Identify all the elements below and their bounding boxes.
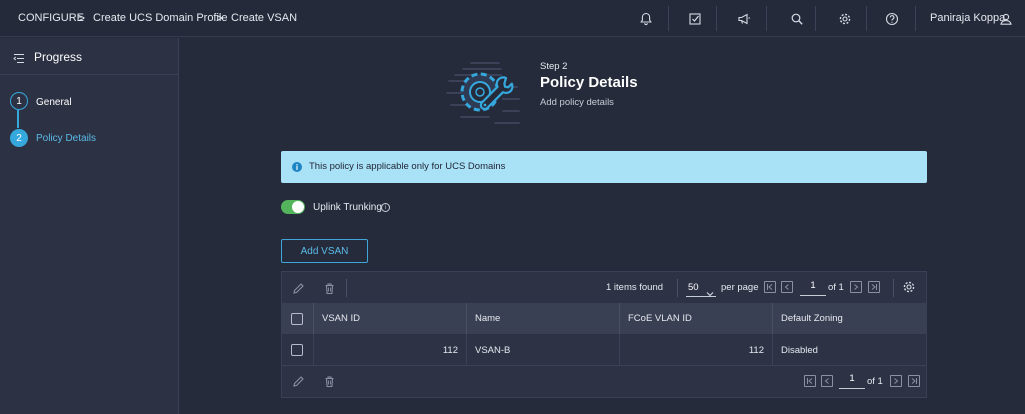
table-row[interactable]: 112 VSAN-B 112 Disabled <box>282 334 926 366</box>
breadcrumb-separator: > <box>78 11 86 25</box>
trash-icon[interactable] <box>321 280 337 296</box>
progress-panel: Progress 1 General 2 Policy Details <box>0 38 179 414</box>
breadcrumb-configure[interactable]: CONFIGURE <box>18 12 84 24</box>
toolbar-divider <box>893 279 894 297</box>
next-page-icon[interactable] <box>890 375 902 387</box>
row-checkbox[interactable] <box>291 344 303 356</box>
table-header: VSAN ID Name FCoE VLAN ID Default Zoning <box>282 303 926 334</box>
breadcrumb-create-ucs-domain-profile[interactable]: Create UCS Domain Profile <box>93 12 228 24</box>
page-total: of 1 <box>828 282 844 293</box>
page-subtitle: Add policy details <box>540 97 614 108</box>
uplink-trunking-label: Uplink Trunking <box>313 202 382 213</box>
cell-default-zoning: Disabled <box>772 334 926 366</box>
vsan-table: 1 items found 50 per page 1 of 1 VSAN ID… <box>281 271 927 398</box>
last-page-icon[interactable] <box>908 375 920 387</box>
uplink-trunking-toggle[interactable] <box>281 200 305 214</box>
info-banner-text: This policy is applicable only for UCS D… <box>309 161 506 172</box>
gear-icon[interactable] <box>835 9 855 29</box>
edit-pencil-icon[interactable] <box>290 373 306 389</box>
bell-icon[interactable] <box>636 9 656 29</box>
column-header-fcoe-vlan-id[interactable]: FCoE VLAN ID <box>619 303 772 334</box>
chevron-down-icon <box>706 284 714 302</box>
column-header-vsan-id[interactable]: VSAN ID <box>313 303 466 334</box>
page-title: Policy Details <box>540 74 638 91</box>
step-2-label[interactable]: Policy Details <box>36 133 96 144</box>
select-all-cell <box>282 303 313 334</box>
topbar-divider <box>766 6 767 31</box>
page-number-input[interactable]: 1 <box>839 373 865 389</box>
help-icon[interactable] <box>882 9 902 29</box>
table-toolbar: 1 items found 50 per page 1 of 1 <box>282 272 926 303</box>
topbar-divider <box>716 6 717 31</box>
page-total: of 1 <box>867 376 883 387</box>
step-1-label[interactable]: General <box>36 97 72 108</box>
trash-icon[interactable] <box>321 373 337 389</box>
page-number-input[interactable]: 1 <box>800 280 826 296</box>
user-icon[interactable] <box>996 9 1016 29</box>
topbar-divider <box>866 6 867 31</box>
per-page-label: per page <box>721 282 759 293</box>
breadcrumb-create-vsan: Create VSAN <box>231 12 298 24</box>
select-all-checkbox[interactable] <box>291 313 303 325</box>
search-icon[interactable] <box>787 9 807 29</box>
edit-pencil-icon[interactable] <box>290 280 306 296</box>
task-check-icon[interactable] <box>685 9 705 29</box>
megaphone-icon[interactable] <box>734 9 754 29</box>
progress-title: Progress <box>34 50 83 64</box>
first-page-icon[interactable] <box>764 281 776 293</box>
step-number: Step 2 <box>540 61 568 72</box>
items-found-count: 1 items found <box>606 282 664 293</box>
step-1-indicator: 1 <box>10 92 28 110</box>
per-page-select[interactable]: 50 <box>686 277 716 297</box>
topbar-divider <box>815 6 816 31</box>
previous-page-icon[interactable] <box>821 375 833 387</box>
toggle-knob <box>292 201 304 213</box>
table-footer: 1 of 1 <box>282 366 926 397</box>
column-header-name[interactable]: Name <box>466 303 619 334</box>
cell-fcoe-vlan-id: 112 <box>619 334 772 366</box>
first-page-icon[interactable] <box>804 375 816 387</box>
progress-header: Progress <box>0 38 179 75</box>
step-connector <box>17 110 19 128</box>
toolbar-divider <box>346 279 347 297</box>
user-name[interactable]: Paniraja Koppa <box>930 12 1005 24</box>
top-bar: CONFIGURE > Create UCS Domain Profile > … <box>0 0 1025 37</box>
cell-name: VSAN-B <box>466 334 619 366</box>
table-settings-gear-icon[interactable] <box>901 279 917 295</box>
policy-gear-wrench-illustration <box>444 58 524 133</box>
last-page-icon[interactable] <box>868 281 880 293</box>
breadcrumb-separator: > <box>216 11 224 25</box>
previous-page-icon[interactable] <box>781 281 793 293</box>
info-banner: i This policy is applicable only for UCS… <box>281 151 927 183</box>
info-icon: i <box>292 162 302 172</box>
column-header-default-zoning[interactable]: Default Zoning <box>772 303 926 334</box>
collapse-list-icon[interactable] <box>13 51 25 69</box>
cell-vsan-id: 112 <box>313 334 466 366</box>
uplink-info-icon[interactable]: i <box>381 203 390 212</box>
toolbar-divider <box>677 279 678 297</box>
add-vsan-button[interactable]: Add VSAN <box>281 239 368 263</box>
step-2-indicator: 2 <box>10 129 28 147</box>
per-page-value: 50 <box>688 282 699 293</box>
topbar-divider <box>915 6 916 31</box>
next-page-icon[interactable] <box>850 281 862 293</box>
topbar-divider <box>668 6 669 31</box>
